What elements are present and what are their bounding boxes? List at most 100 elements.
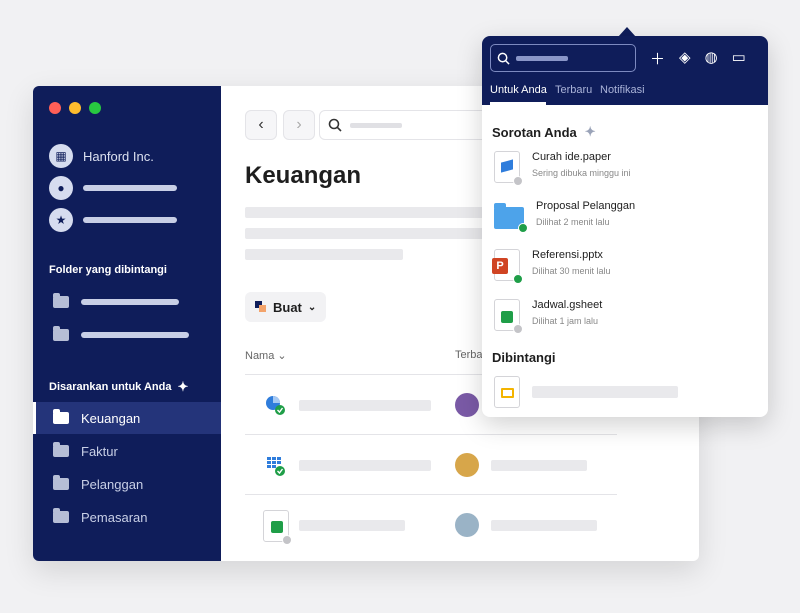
list-item[interactable]: [494, 376, 678, 408]
close-window-button[interactable]: [49, 102, 61, 114]
sidebar-item-pelanggan[interactable]: Pelanggan: [33, 468, 221, 500]
column-header-recent[interactable]: Terba: [455, 349, 483, 361]
item-title: Curah ide.paper: [532, 151, 611, 163]
item-subtitle: Dilihat 1 jam lalu: [532, 316, 599, 326]
placeholder-bar: [299, 400, 431, 411]
active-tab-indicator: [490, 102, 546, 105]
sparkle-icon: ✦: [177, 379, 189, 394]
globe-icon[interactable]: ◍: [705, 48, 718, 69]
sidebar-item-label: Pelanggan: [81, 476, 144, 492]
folder-icon: [53, 326, 69, 341]
placeholder-bar: [245, 249, 403, 260]
starred-folders-label: Folder yang dibintangi: [49, 264, 167, 276]
highlights-label: Sorotan Anda: [492, 124, 577, 140]
placeholder-bar: [516, 55, 568, 61]
placeholder-bar: [299, 460, 431, 471]
sidebar-item-keuangan[interactable]: Keuangan: [33, 402, 221, 434]
chevron-down-icon: ⌄: [307, 301, 317, 313]
placeholder-bar: [491, 460, 587, 471]
list-item[interactable]: P Referensi.pptx Dilihat 30 menit lalu: [492, 249, 611, 284]
placeholder-bar: [83, 185, 177, 191]
page-title: Keuangan: [245, 162, 362, 189]
table-row[interactable]: [245, 494, 617, 554]
folder-icon: [53, 293, 69, 308]
starred-account[interactable]: ★: [49, 208, 177, 232]
window-controls: [49, 102, 101, 114]
starred-label: Dibintangi: [492, 350, 556, 365]
powerpoint-icon: P: [492, 249, 523, 284]
tab-untuk-anda[interactable]: Untuk Anda: [490, 84, 547, 96]
placeholder-bar: [81, 332, 189, 338]
popup-toolbar: ＋ ◈ ◍ ▭: [650, 48, 746, 69]
chevron-right-icon: ›: [296, 116, 302, 133]
search-icon: [328, 118, 342, 132]
building-icon: ▦: [49, 144, 73, 168]
minimize-window-button[interactable]: [69, 102, 81, 114]
sidebar-item-faktur[interactable]: Faktur: [33, 435, 221, 467]
item-subtitle: Dilihat 30 menit lalu: [532, 266, 611, 276]
account-name: Hanford Inc.: [83, 148, 154, 164]
column-header-name[interactable]: Nama ⌄: [245, 349, 287, 362]
placeholder-bar: [532, 386, 678, 398]
sidebar-item-label: Pemasaran: [81, 509, 148, 525]
popup-search-input[interactable]: [490, 44, 636, 72]
search-icon: [497, 52, 510, 65]
list-item[interactable]: Proposal Pelanggan Dilihat 2 menit lalu: [494, 200, 635, 233]
sparkle-icon: ✦: [584, 124, 596, 139]
avatar: [455, 393, 479, 417]
create-icon: [255, 301, 266, 312]
search-input[interactable]: [319, 110, 509, 140]
chevron-left-icon: ‹: [258, 116, 264, 133]
highlights-heading: Sorotan Anda ✦: [492, 124, 596, 140]
sheet-file-icon: [263, 510, 292, 545]
starred-folder-2[interactable]: [33, 319, 221, 351]
placeholder-bar: [81, 299, 179, 305]
account-switcher[interactable]: ▦ Hanford Inc.: [49, 144, 154, 168]
forward-button[interactable]: ›: [283, 110, 315, 140]
sidebar-item-pemasaran[interactable]: Pemasaran: [33, 501, 221, 533]
chart-file-icon: [263, 393, 287, 422]
placeholder-bar: [245, 207, 489, 218]
paper-doc-icon: [494, 151, 523, 186]
list-item[interactable]: Jadwal.gsheet Dilihat 1 jam lalu: [494, 299, 603, 334]
starred-folders-heading: Folder yang dibintangi: [49, 264, 167, 276]
item-title: Referensi.pptx: [532, 249, 603, 261]
personal-account[interactable]: ●: [49, 176, 177, 200]
popup-panel: ＋ ◈ ◍ ▭ Untuk Anda Terbaru Notifikasi So…: [482, 36, 768, 417]
placeholder-bar: [491, 520, 597, 531]
sidebar: ▦ Hanford Inc. ● ★ Folder yang dibintang…: [33, 86, 221, 561]
create-button[interactable]: Buat ⌄: [245, 292, 327, 322]
suggested-heading: Disarankan untuk Anda ✦: [49, 379, 188, 395]
folder-icon: [53, 508, 69, 523]
tab-terbaru[interactable]: Terbaru: [555, 84, 592, 96]
item-title: Jadwal.gsheet: [532, 299, 603, 311]
starred-heading: Dibintangi: [492, 350, 556, 365]
sheet-icon: [494, 299, 523, 334]
item-subtitle: Sering dibuka minggu ini: [532, 168, 631, 178]
folder-icon: [53, 409, 69, 424]
folder-icon: [53, 442, 69, 457]
back-button[interactable]: ‹: [245, 110, 277, 140]
placeholder-bar: [245, 228, 489, 239]
add-icon[interactable]: ＋: [650, 48, 665, 69]
folder-icon: [494, 203, 528, 233]
layers-icon[interactable]: ◈: [679, 48, 691, 69]
list-item[interactable]: Curah ide.paper Sering dibuka minggu ini: [494, 151, 631, 186]
placeholder-bar: [83, 217, 177, 223]
folder-open-icon[interactable]: ▭: [732, 48, 746, 69]
placeholder-bar: [299, 520, 405, 531]
placeholder-bar: [350, 122, 402, 128]
star-icon: ★: [49, 208, 73, 232]
starred-folder-1[interactable]: [33, 286, 221, 318]
chevron-down-icon: ⌄: [277, 350, 287, 362]
column-header-label: Nama: [245, 350, 275, 362]
maximize-window-button[interactable]: [89, 102, 101, 114]
table-row[interactable]: [245, 434, 617, 494]
avatar: [455, 453, 479, 477]
person-icon: ●: [49, 176, 73, 200]
tab-notifikasi[interactable]: Notifikasi: [600, 84, 645, 96]
sidebar-item-label: Keuangan: [81, 410, 141, 426]
avatar: [455, 513, 479, 537]
sidebar-item-label: Faktur: [81, 443, 118, 459]
suggested-label: Disarankan untuk Anda: [49, 381, 172, 393]
